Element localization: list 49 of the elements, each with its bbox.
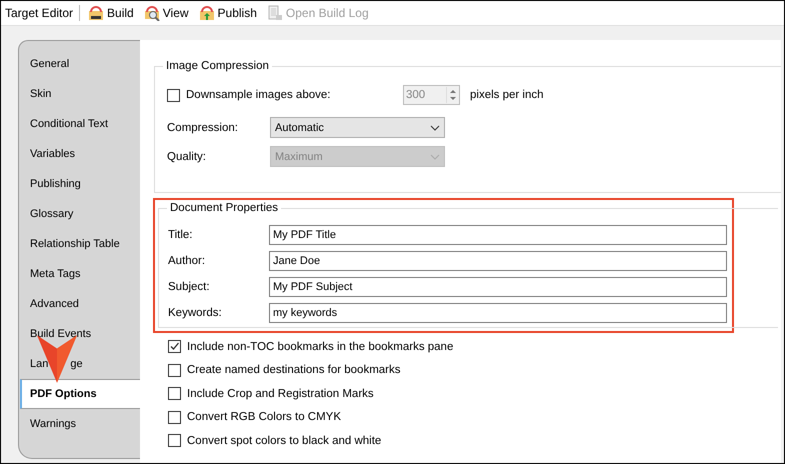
toolbar-button[interactable]: View [142, 5, 191, 21]
tab[interactable]: PDF Options [20, 379, 140, 409]
text-field[interactable]: my keywords [269, 303, 727, 323]
checkbox[interactable] [167, 88, 180, 102]
group-title: Document Properties [167, 202, 282, 214]
field-label: Keywords: [168, 307, 223, 319]
tab[interactable]: Lan ge [20, 349, 140, 379]
chevron-down-icon [430, 124, 440, 130]
checkbox-label: Convert spot colors to black and white [187, 434, 382, 447]
checkbox-label: Include non-TOC bookmarks in the bookmarks pane [187, 340, 454, 353]
field-label: Subject: [168, 281, 211, 293]
toolbar-button[interactable]: Publish [196, 5, 259, 21]
tab[interactable]: Variables [20, 139, 140, 169]
toolbar-title: Target Editor [5, 6, 74, 20]
tab[interactable]: Skin [20, 79, 140, 109]
tab[interactable]: Warnings [20, 409, 140, 439]
checkbox[interactable] [168, 387, 181, 400]
checkbox-label: Downsample images above: [186, 89, 332, 101]
group-title: Image Compression [163, 60, 272, 72]
checkbox[interactable] [168, 434, 181, 448]
tab[interactable]: Relationship Table [20, 229, 140, 259]
build-icon [88, 5, 104, 21]
text-field[interactable]: My PDF Title [269, 225, 727, 245]
dropdown[interactable]: Automatic [270, 117, 445, 138]
toolbar-button[interactable]: Build [86, 5, 136, 21]
checkbox[interactable] [168, 364, 181, 377]
tab[interactable]: Glossary [20, 199, 140, 229]
magnifier-icon [144, 5, 160, 21]
tab[interactable]: General [20, 49, 140, 79]
checkbox-label: Create named destinations for bookmarks [187, 364, 400, 376]
checkbox-label: Include Crop and Registration Marks [187, 388, 374, 400]
publish-icon [198, 5, 215, 21]
text-field[interactable]: My PDF Subject [269, 277, 727, 297]
text-field[interactable]: Jane Doe [269, 251, 727, 271]
checkbox[interactable] [168, 340, 181, 354]
checkbox[interactable] [168, 410, 181, 424]
tab[interactable]: Publishing [20, 169, 140, 199]
chevron-down-icon [430, 154, 440, 160]
tab[interactable]: Build Events [20, 319, 140, 349]
field-label: Title: [168, 229, 194, 241]
log-icon [266, 5, 283, 21]
field-label: Compression: [167, 122, 239, 134]
unit-label: pixels per inch [470, 89, 544, 101]
checkbox-label: Convert RGB Colors to CMYK [187, 411, 342, 424]
field-label: Quality: [167, 150, 207, 162]
tab[interactable]: Advanced [20, 289, 140, 319]
tab[interactable]: Conditional Text [20, 109, 140, 139]
tab[interactable]: Meta Tags [20, 259, 140, 289]
field-label: Author: [168, 255, 206, 267]
